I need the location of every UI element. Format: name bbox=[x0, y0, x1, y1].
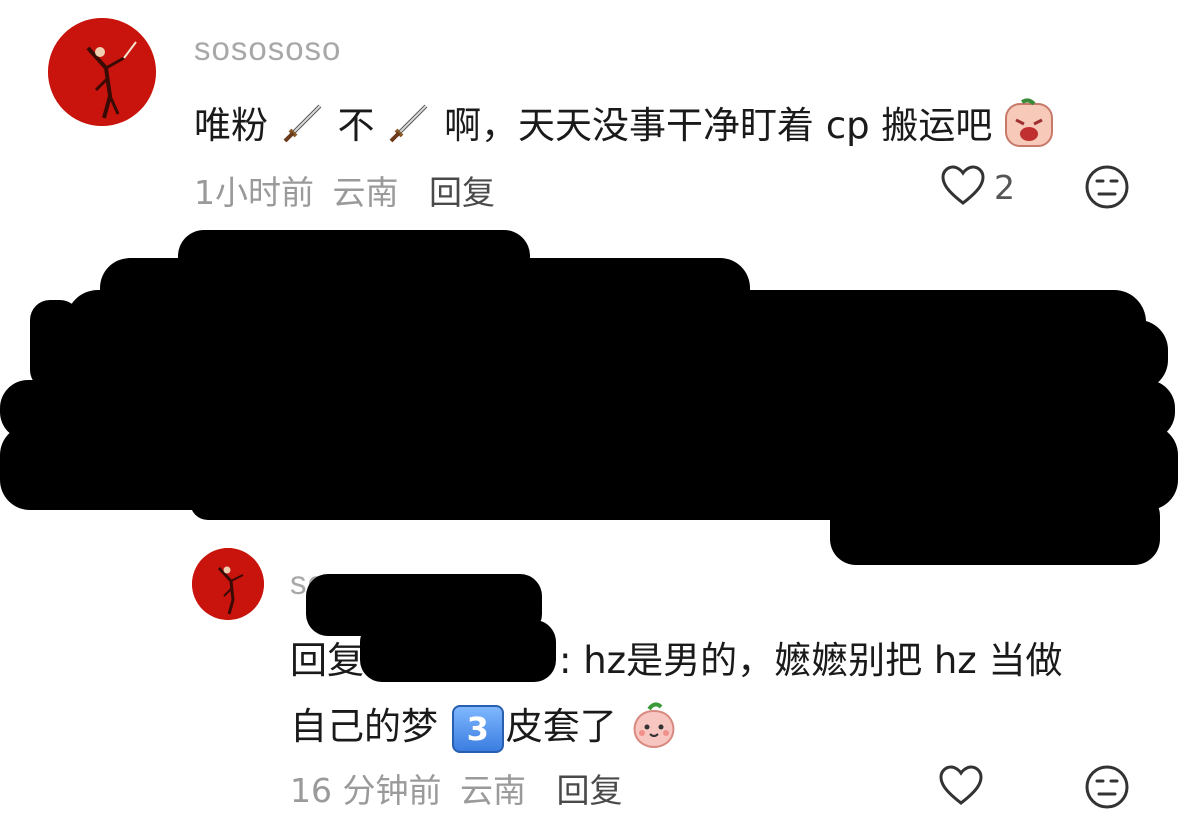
avatar-figure-image bbox=[48, 18, 156, 126]
dagger-icon bbox=[386, 100, 432, 155]
comment-text-part: 唯粉 bbox=[194, 104, 268, 147]
comment-text-part: 啊，天天没事干净盯着 cp 搬运吧 bbox=[444, 104, 993, 147]
reply-text: 自己的梦 bbox=[290, 705, 438, 748]
avatar-figure-image bbox=[192, 548, 264, 620]
avatar[interactable] bbox=[48, 18, 156, 126]
reply-button[interactable]: 回复 bbox=[429, 173, 495, 212]
dislike-face-icon bbox=[1084, 164, 1130, 214]
comment-time: 1小时前 bbox=[194, 173, 314, 212]
dislike-button[interactable] bbox=[1084, 164, 1130, 214]
like-count: 2 bbox=[994, 167, 1015, 207]
reply-text: 皮套了 bbox=[505, 705, 617, 748]
reply-text-line: 自己的梦 3 皮套了 bbox=[290, 696, 679, 758]
keycap-3-icon: 3 bbox=[451, 704, 504, 753]
avatar[interactable] bbox=[192, 548, 264, 620]
comment-text-part: 不 bbox=[337, 104, 375, 147]
reply-prefix: 回复 bbox=[290, 639, 364, 682]
comment-meta: 16 分钟前 云南 回复 bbox=[290, 764, 622, 812]
comment-location: 云南 bbox=[459, 771, 526, 810]
like-button[interactable]: 2 bbox=[940, 163, 1015, 211]
reply-text: : hz是男的，嬷嬷别把 hz 当做 bbox=[559, 639, 1063, 682]
heart-icon bbox=[940, 164, 986, 210]
dislike-button[interactable] bbox=[1084, 764, 1130, 814]
comment-meta: 1小时前 云南 回复 bbox=[194, 166, 495, 214]
dislike-face-icon bbox=[1084, 764, 1130, 814]
peach-face-icon bbox=[629, 699, 679, 758]
dagger-icon bbox=[280, 100, 326, 155]
comment-text: 唯粉 不 啊，天天没事干净盯着 cp 搬运吧 bbox=[194, 95, 1054, 157]
reply-button[interactable]: 回复 bbox=[556, 771, 622, 810]
crying-face-icon bbox=[1004, 98, 1054, 157]
heart-icon bbox=[938, 764, 984, 810]
comment-location: 云南 bbox=[332, 173, 399, 212]
comment-time: 16 分钟前 bbox=[290, 771, 442, 810]
username[interactable]: sosososo bbox=[194, 30, 341, 68]
like-button[interactable] bbox=[938, 764, 984, 810]
